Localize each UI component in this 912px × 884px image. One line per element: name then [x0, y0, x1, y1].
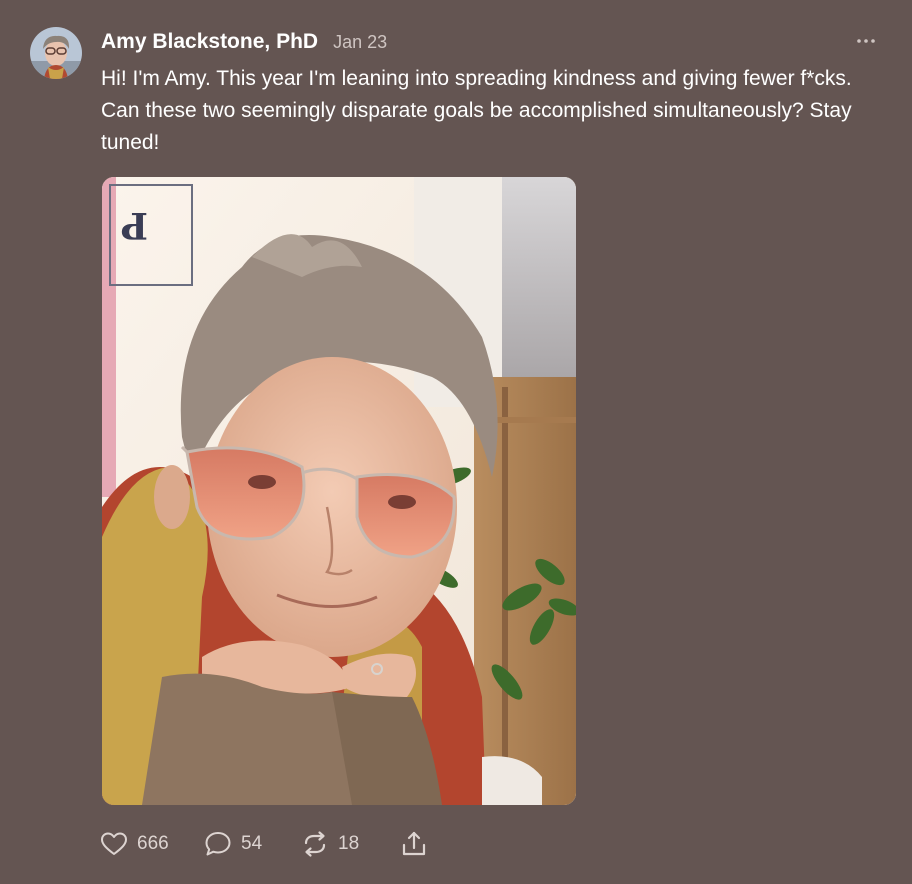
like-button[interactable]: 666 — [100, 831, 204, 857]
post-body-text: Hi! I'm Amy. This year I'm leaning into … — [101, 67, 852, 154]
post-image[interactable]: P — [102, 177, 576, 805]
avatar-image — [30, 27, 82, 79]
share-upload-icon — [402, 831, 426, 856]
more-horizontal-icon — [857, 39, 875, 43]
comment-bubble-icon — [205, 832, 231, 856]
restack-count: 18 — [338, 833, 360, 854]
selfie-photo: P — [102, 177, 576, 805]
heart-icon — [101, 832, 127, 855]
post-header: Amy Blackstone, PhD Jan 23 — [101, 30, 387, 56]
comment-count: 54 — [241, 833, 263, 854]
post-date[interactable]: Jan 23 — [333, 32, 387, 53]
svg-text:P: P — [121, 204, 148, 246]
author-name[interactable]: Amy Blackstone, PhD — [101, 30, 318, 54]
comment-button[interactable]: 54 — [204, 830, 301, 858]
share-button[interactable] — [400, 830, 428, 858]
author-avatar[interactable] — [30, 27, 82, 79]
post-card: Amy Blackstone, PhD Jan 23 Hi! I'm Amy. … — [0, 0, 912, 884]
restack-arrows-icon — [304, 831, 326, 857]
like-count: 666 — [137, 833, 169, 854]
post-actions: 666 54 18 — [100, 826, 428, 862]
restack-button[interactable]: 18 — [301, 830, 400, 858]
more-options-button[interactable] — [852, 30, 880, 52]
